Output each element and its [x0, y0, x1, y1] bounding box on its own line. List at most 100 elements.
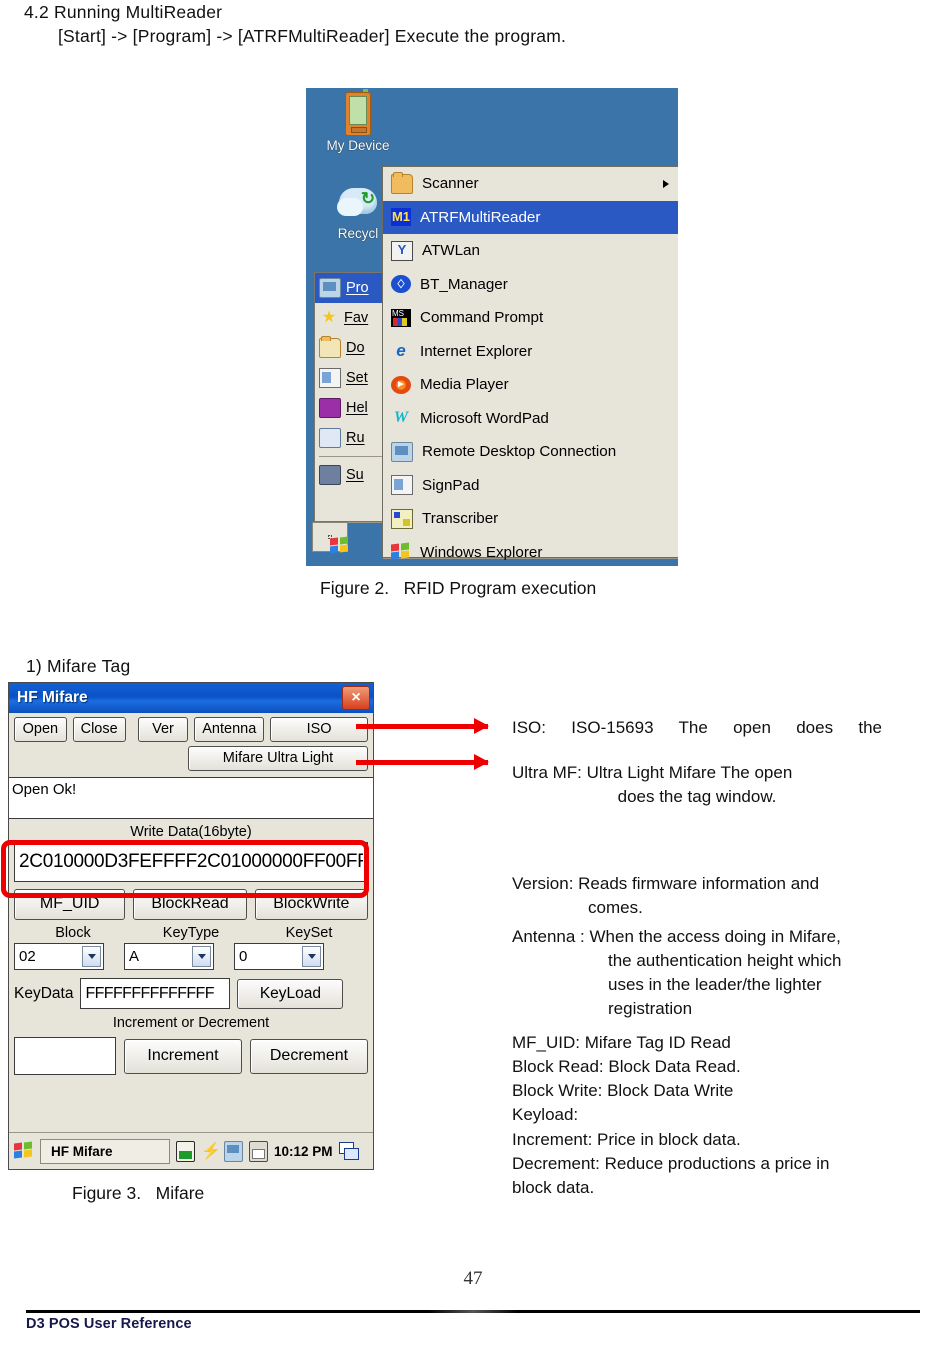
charging-bolt-icon: ⚡	[201, 1142, 221, 1160]
note-version: Version: Reads firmware information and …	[512, 872, 932, 920]
start-button[interactable]	[312, 522, 348, 554]
menu-item-remote-desktop[interactable]: Remote Desktop Connection	[383, 435, 678, 469]
note-list-item: MF_UID: Mifare Tag ID Read	[512, 1033, 731, 1052]
selector-labels-row: Block KeyType KeySet	[9, 920, 373, 941]
sidebar-item-label: Hel	[346, 400, 368, 416]
recycle-bin-icon: ↻	[337, 184, 379, 224]
m1-app-icon: M1	[391, 208, 411, 227]
desktop-icon-my-device[interactable]: My Device	[312, 89, 404, 153]
status-output-field: Open Ok!	[9, 777, 373, 820]
close-icon[interactable]: ×	[342, 686, 370, 710]
menu-item-scanner[interactable]: Scanner	[383, 167, 678, 201]
menu-item-label: Transcriber	[422, 510, 499, 528]
wordpad-icon: W	[393, 409, 409, 427]
ver-button[interactable]: Ver	[137, 717, 189, 743]
remote-desktop-icon	[391, 441, 413, 462]
keyset-label: KeySet	[285, 925, 333, 942]
antenna-button[interactable]: Antenna	[194, 717, 265, 743]
menu-item-signpad[interactable]: SignPad	[383, 469, 678, 503]
increment-button[interactable]: Increment	[124, 1038, 242, 1074]
keytype-select[interactable]: A	[124, 943, 214, 971]
menu-item-label: Command Prompt	[420, 309, 544, 327]
help-book-icon	[319, 398, 341, 418]
menu-item-label: SignPad	[422, 476, 480, 494]
menu-item-label: ATRFMultiReader	[420, 208, 541, 226]
increment-decrement-row: Increment Decrement	[9, 1033, 373, 1076]
mifare-toolbar-row-1: Open Close Ver Antenna ISO	[9, 713, 373, 743]
window-stack-icon[interactable]	[338, 1142, 359, 1160]
windows-explorer-icon	[391, 542, 411, 561]
note-version-line2: comes.	[588, 898, 643, 918]
menu-item-label: Internet Explorer	[420, 342, 533, 360]
note-antenna-line3: uses in the leader/the lighter	[608, 975, 822, 995]
favorites-star-icon: ★	[321, 309, 337, 326]
command-prompt-icon	[391, 308, 411, 327]
block-write-button[interactable]: BlockWrite	[254, 889, 368, 921]
sidebar-item-label: Set	[346, 370, 368, 386]
iso-button[interactable]: ISO	[270, 717, 368, 743]
menu-item-transcriber[interactable]: Transcriber	[383, 502, 678, 536]
sidebar-item-label: Fav	[344, 310, 369, 326]
menu-item-label: ATWLan	[422, 242, 480, 260]
note-ultra-line1: Ultra MF: Ultra Light Mifare The open	[512, 763, 793, 782]
note-ultra: Ultra MF: Ultra Light Mifare The open do…	[512, 761, 882, 809]
note-list-item: Block Write: Block Data Write	[512, 1081, 734, 1101]
note-list-item: Keyload:	[512, 1105, 579, 1125]
figure2-caption: Figure 2. RFID Program execution	[320, 578, 597, 598]
note-list-item: Increment: Price in block data.	[512, 1129, 741, 1149]
decrement-button[interactable]: Decrement	[250, 1038, 368, 1074]
block-read-button[interactable]: BlockRead	[133, 889, 247, 921]
menu-item-bt-manager[interactable]: ♢ BT_Manager	[383, 268, 678, 302]
mifare-ultra-light-button[interactable]: Mifare Ultra Light	[188, 746, 368, 772]
windows-flag-icon[interactable]	[14, 1141, 34, 1160]
taskbar-task-button[interactable]: HF Mifare	[40, 1138, 170, 1164]
taskbar-clock[interactable]: 10:12 PM	[274, 1144, 333, 1159]
mf-uid-button[interactable]: MF_UID	[14, 889, 126, 921]
keyload-button[interactable]: KeyLoad	[237, 978, 344, 1009]
note-list-item: Block Read: Block Data Read.	[512, 1057, 741, 1077]
chevron-down-icon[interactable]	[302, 946, 321, 968]
note-antenna-line1: Antenna : When the access doing in Mifar…	[512, 927, 841, 946]
media-player-icon: ►	[391, 375, 411, 394]
keydata-label: KeyData	[14, 984, 74, 1002]
window-title: HF Mifare	[17, 689, 88, 706]
sidebar-item-label: Ru	[346, 430, 365, 446]
mifare-action-buttons: MF_UID BlockRead BlockWrite	[9, 882, 373, 921]
footer-divider	[26, 1310, 920, 1313]
menu-item-wordpad[interactable]: W Microsoft WordPad	[383, 402, 678, 436]
figure-mifare-window: HF Mifare × Open Close Ver Antenna ISO M…	[8, 682, 374, 1170]
mifare-status-wrap: Open Ok!	[9, 771, 373, 820]
mifare-title-bar: HF Mifare ×	[9, 683, 373, 713]
run-icon	[319, 428, 341, 448]
battery-icon[interactable]	[176, 1140, 195, 1162]
menu-item-label: Remote Desktop Connection	[422, 443, 617, 461]
keyboard-icon[interactable]	[249, 1140, 268, 1162]
menu-item-atwlan[interactable]: Y ATWLan	[383, 234, 678, 268]
keyset-select[interactable]: 0	[234, 943, 324, 971]
note-version-line1: Version: Reads firmware information and	[512, 874, 820, 893]
keydata-input[interactable]	[80, 978, 231, 1010]
note-antenna: Antenna : When the access doing in Mifar…	[512, 925, 932, 1022]
close-button[interactable]: Close	[72, 717, 126, 743]
open-button[interactable]: Open	[14, 717, 67, 743]
menu-item-media-player[interactable]: ► Media Player	[383, 368, 678, 402]
increment-value-input[interactable]	[14, 1037, 116, 1076]
block-select[interactable]: 02	[14, 943, 104, 971]
footer-text: D3 POS User Reference	[26, 1316, 192, 1332]
chevron-down-icon[interactable]	[82, 946, 101, 968]
internet-explorer-icon: e	[396, 341, 406, 361]
note-iso: ISO: ISO-15693 The open does the	[512, 718, 882, 737]
chevron-down-icon[interactable]	[192, 946, 211, 968]
menu-item-windows-explorer[interactable]: Windows Explorer	[383, 536, 678, 567]
menu-item-label: Windows Explorer	[420, 543, 543, 561]
note-list-item: block data.	[512, 1177, 595, 1197]
write-data-input[interactable]	[14, 842, 368, 883]
keydata-row: KeyData KeyLoad	[9, 970, 373, 1010]
section-heading: 4.2 Running MultiReader	[24, 2, 223, 22]
menu-item-command-prompt[interactable]: Command Prompt	[383, 301, 678, 335]
menu-item-label: Microsoft WordPad	[420, 409, 549, 427]
network-icon[interactable]	[224, 1140, 243, 1162]
keytype-label: KeyType	[162, 925, 220, 942]
menu-item-internet-explorer[interactable]: e Internet Explorer	[383, 335, 678, 369]
menu-item-atrfmultireader[interactable]: M1 ATRFMultiReader	[383, 200, 678, 234]
